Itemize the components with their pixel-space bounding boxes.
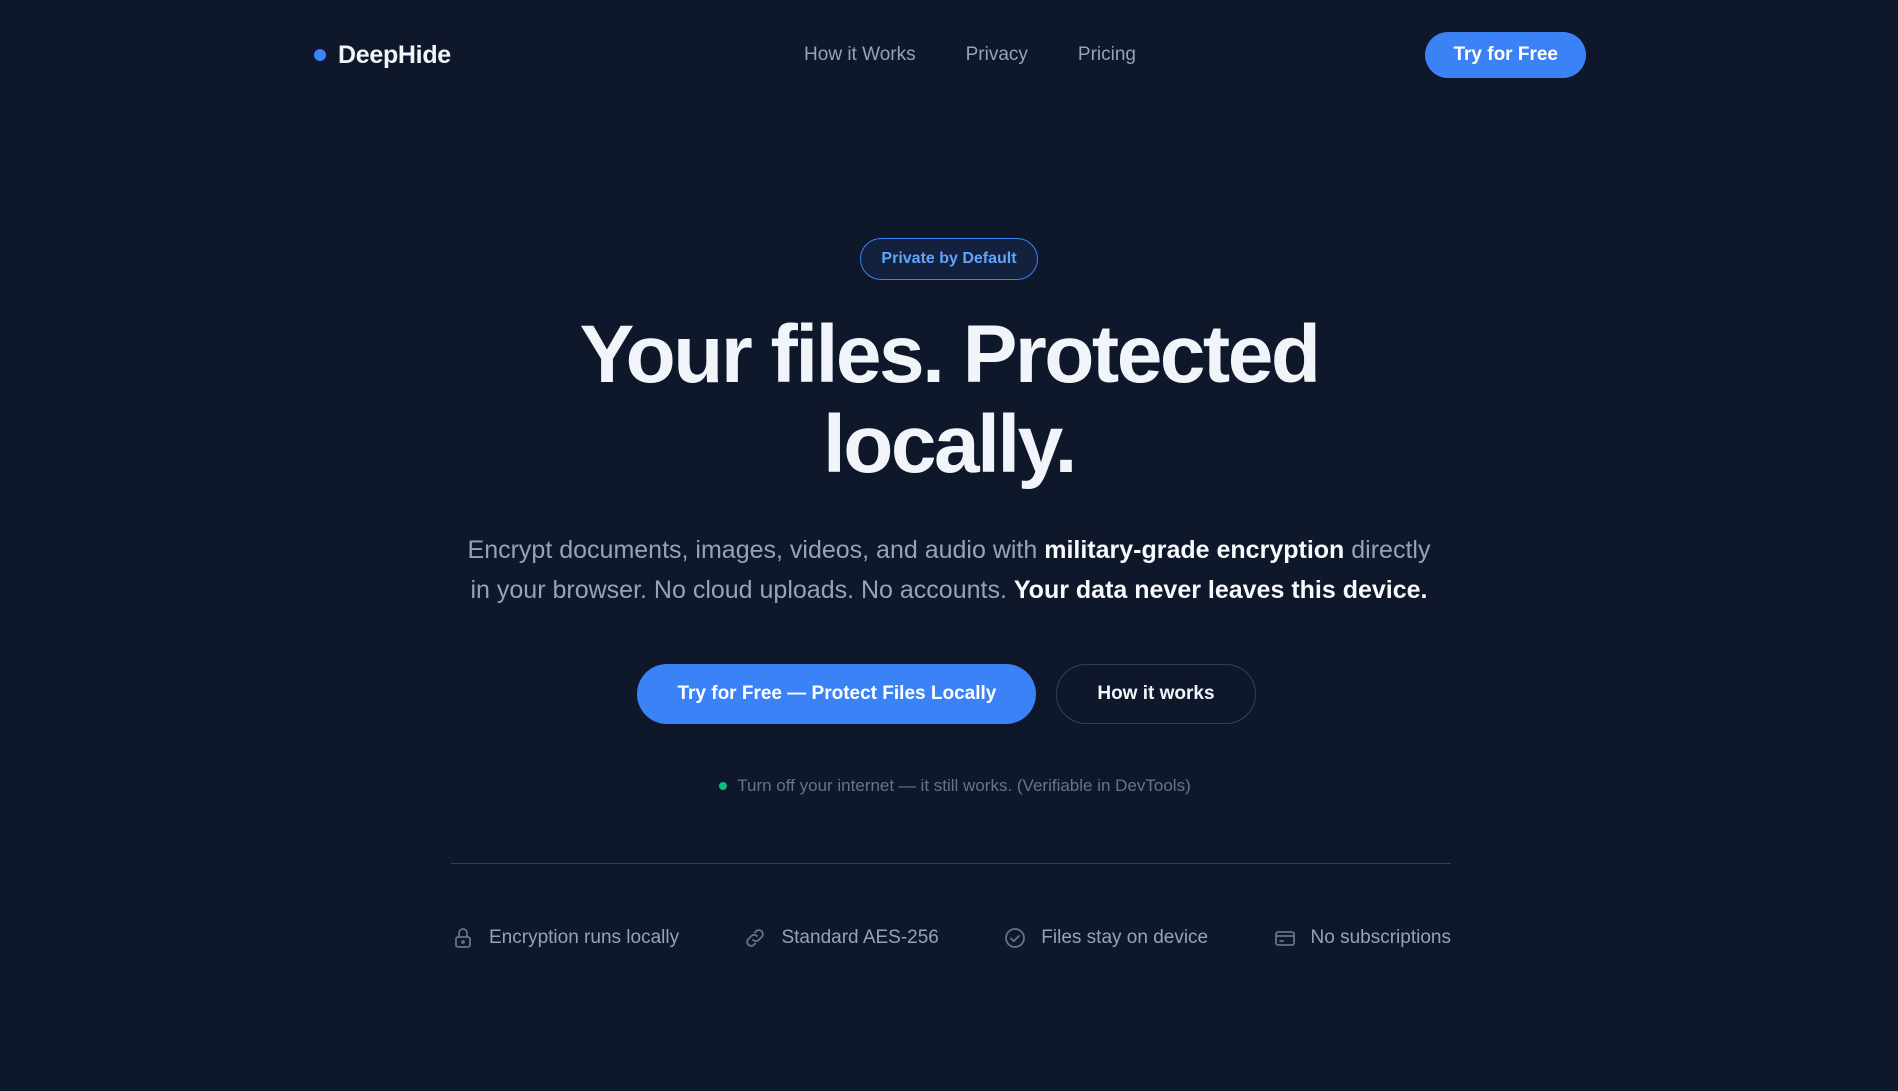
nav-link-how-it-works[interactable]: How it Works xyxy=(804,44,916,66)
feature-label: Standard AES-256 xyxy=(781,927,939,948)
feature-list: Encryption runs locally Standard AES-256… xyxy=(451,922,1451,954)
hero-cta-group: Try for Free — Protect Files Locally How… xyxy=(0,664,1898,724)
feature-label: Files stay on device xyxy=(1041,927,1209,948)
hero-section: Private by Default Your files. Protected… xyxy=(0,238,1898,796)
subtitle-bold-1: military-grade encryption xyxy=(1044,536,1345,564)
section-divider xyxy=(451,863,1451,864)
nav-link-pricing[interactable]: Pricing xyxy=(1078,44,1136,66)
headline-line-2: locally. xyxy=(823,399,1077,490)
brand-dot-icon xyxy=(314,49,326,61)
hero-subtitle: Encrypt documents, images, videos, and a… xyxy=(459,530,1439,610)
offline-note: Turn off your internet — it still works.… xyxy=(0,776,1898,796)
nav-link-privacy[interactable]: Privacy xyxy=(966,44,1028,66)
nav-try-free-button[interactable]: Try for Free xyxy=(1425,32,1586,78)
headline-line-1: Your files. Protected xyxy=(579,309,1321,400)
top-nav: DeepHide How it Works Privacy Pricing Tr… xyxy=(314,32,1586,78)
lock-icon xyxy=(451,926,475,950)
how-it-works-button[interactable]: How it works xyxy=(1056,664,1256,724)
brand-name: DeepHide xyxy=(338,40,451,69)
feature-label: No subscriptions xyxy=(1310,927,1451,948)
feature-files-on-device: Files stay on device xyxy=(1003,926,1208,950)
credit-card-icon xyxy=(1273,926,1297,950)
subtitle-text-1: Encrypt documents, images, videos, and a… xyxy=(467,536,1045,564)
subtitle-bold-2: Your data never leaves this device. xyxy=(1013,576,1428,604)
hero-headline: Your files. Protected locally. xyxy=(0,310,1898,490)
landing-page: DeepHide How it Works Privacy Pricing Tr… xyxy=(0,0,1898,1091)
feature-local-encryption: Encryption runs locally xyxy=(451,926,679,950)
feature-aes-256: Standard AES-256 xyxy=(743,926,939,950)
protect-files-button[interactable]: Try for Free — Protect Files Locally xyxy=(637,664,1037,724)
brand[interactable]: DeepHide xyxy=(314,41,451,70)
feature-label: Encryption runs locally xyxy=(489,927,680,948)
link-icon xyxy=(743,926,767,950)
feature-no-subscriptions: No subscriptions xyxy=(1273,926,1451,950)
nav-links: How it Works Privacy Pricing xyxy=(804,44,1136,66)
private-badge: Private by Default xyxy=(860,238,1038,280)
status-dot-icon xyxy=(719,782,728,790)
check-circle-icon xyxy=(1003,926,1027,950)
offline-note-text: Turn off your internet — it still works.… xyxy=(737,776,1191,795)
